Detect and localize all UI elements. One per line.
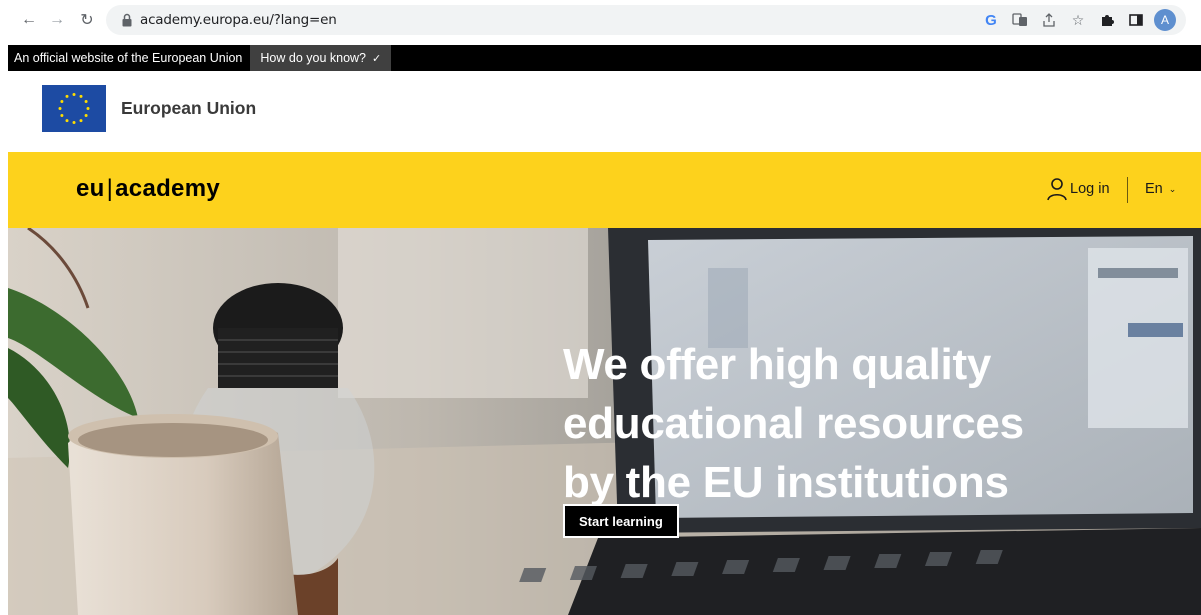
forward-arrow-icon[interactable]: →: [46, 9, 68, 31]
browser-toolbar: ← → ↻ academy.europa.eu/?lang=en G ☆ A: [0, 0, 1201, 41]
language-selector[interactable]: En ⌄: [1145, 181, 1176, 197]
eu-stars-icon: [58, 93, 90, 124]
language-label: En: [1145, 181, 1163, 197]
extension-icons: G ☆ A: [975, 7, 1178, 33]
lock-icon: [122, 13, 132, 27]
translate-icon[interactable]: [1007, 7, 1033, 33]
eu-flag-logo[interactable]: [42, 85, 106, 132]
official-banner-background: [423, 45, 1201, 71]
chevron-down-icon: ⌄: [1168, 183, 1177, 194]
logo-left: eu: [76, 175, 105, 202]
logo-right: academy: [115, 175, 220, 202]
logo-separator: |: [106, 175, 114, 202]
header-divider: [1127, 177, 1128, 203]
back-arrow-icon[interactable]: ←: [18, 9, 40, 31]
eu-name[interactable]: European Union: [121, 98, 256, 119]
hero-title: We offer high quality educational resour…: [563, 340, 1024, 507]
how-do-you-know-button[interactable]: How do you know? ✓: [250, 45, 392, 71]
official-banner: An official website of the European Unio…: [8, 45, 423, 71]
user-icon: [1047, 178, 1067, 201]
eu-academy-logo[interactable]: eu|academy: [76, 175, 220, 203]
login-link[interactable]: Log in: [1046, 176, 1110, 202]
how-do-you-know-label: How do you know?: [260, 51, 367, 65]
start-learning-button[interactable]: Start learning: [563, 504, 679, 538]
profile-avatar[interactable]: A: [1152, 7, 1178, 33]
google-icon[interactable]: G: [978, 7, 1004, 33]
url-text[interactable]: academy.europa.eu/?lang=en: [140, 12, 337, 28]
chevron-down-icon: ✓: [372, 52, 382, 65]
official-banner-text: An official website of the European Unio…: [14, 51, 243, 65]
star-icon[interactable]: ☆: [1065, 7, 1091, 33]
address-bar[interactable]: academy.europa.eu/?lang=en G ☆ A: [106, 5, 1186, 35]
split-view-icon[interactable]: [1123, 7, 1149, 33]
reload-icon[interactable]: ↻: [76, 9, 98, 31]
share-icon[interactable]: [1036, 7, 1062, 33]
login-label: Log in: [1070, 181, 1110, 197]
puzzle-icon[interactable]: [1094, 7, 1120, 33]
